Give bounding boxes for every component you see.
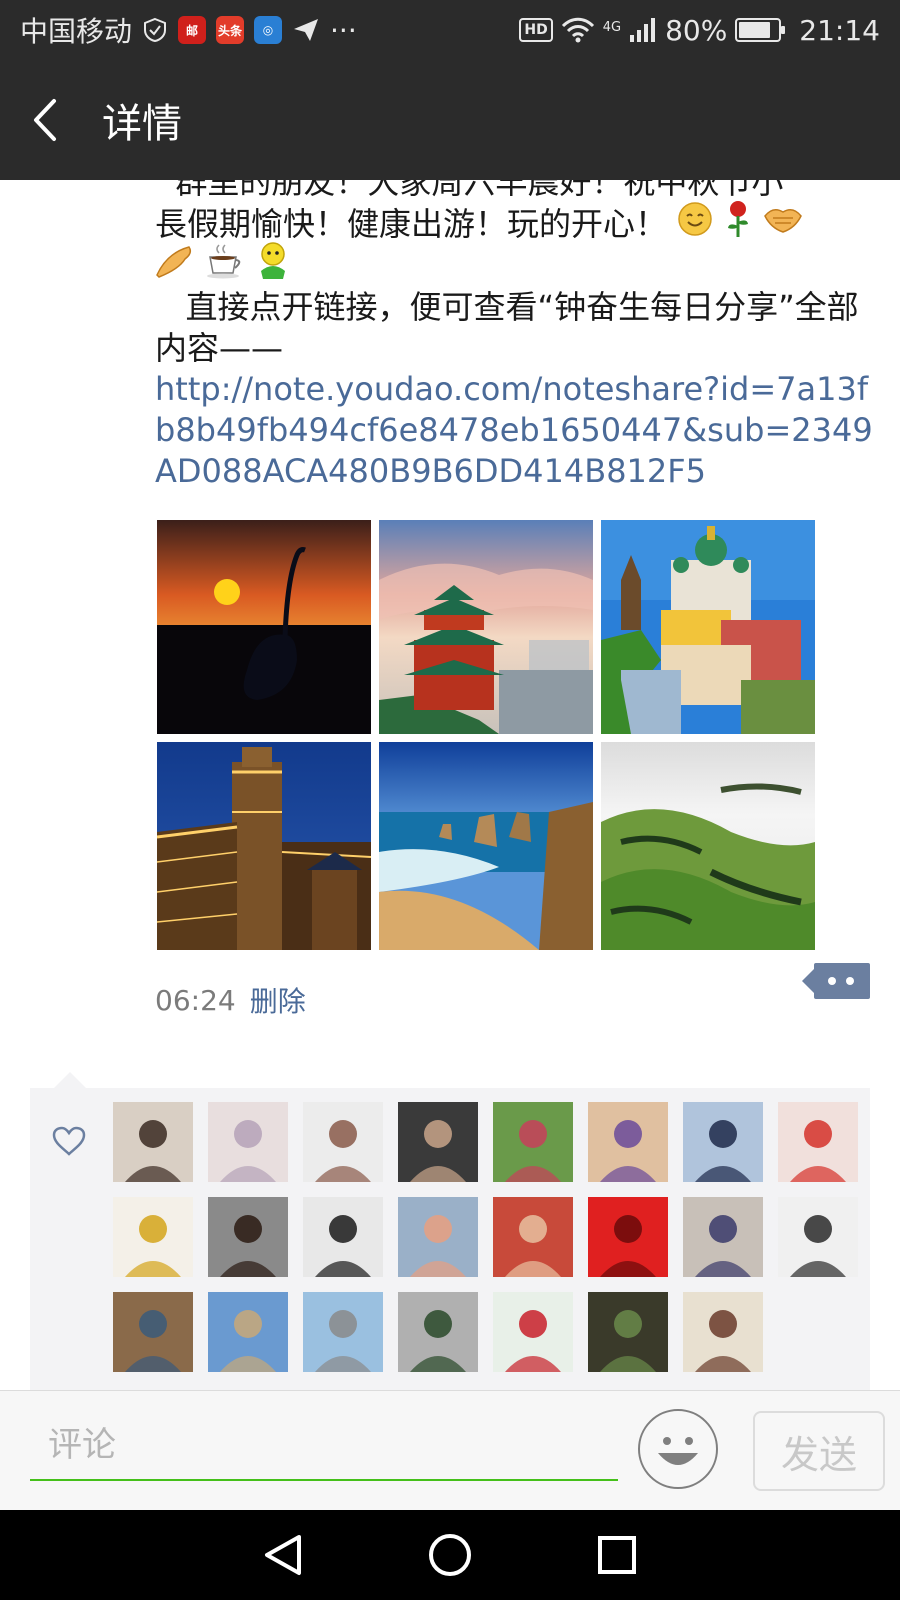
- post-link[interactable]: http://note.youdao.com/noteshare?id=7a13…: [155, 369, 875, 492]
- post-text-line: 長假期愉快！健康出游！玩的开心！: [155, 204, 668, 243]
- liker-avatar[interactable]: [398, 1102, 478, 1182]
- post-text-line: 群里的朋友！大家周六早晨好！祝中秋节小: [155, 180, 784, 201]
- carrier-label: 中国移动: [20, 15, 133, 48]
- circle-home-icon: [428, 1534, 471, 1576]
- status-bar: 中国移动 邮 头条 ◎ ··· HD 4G 80% 21:14: [0, 0, 900, 60]
- news-app-icon: 头条: [216, 16, 245, 44]
- system-nav-bar: [0, 1510, 900, 1600]
- liker-avatar[interactable]: [588, 1292, 668, 1372]
- photo-thumbnail[interactable]: [601, 520, 815, 734]
- shield-icon: [142, 15, 168, 45]
- page-title: 详情: [102, 101, 182, 147]
- more-notifications-icon: ···: [330, 13, 357, 47]
- photo-grid: [157, 520, 817, 950]
- browser-app-icon: ◎: [254, 16, 283, 44]
- square-recents-icon: [597, 1536, 636, 1574]
- comment-bar: 发送: [0, 1390, 900, 1510]
- photo-thumbnail[interactable]: [379, 742, 593, 950]
- photo-thumbnail[interactable]: [601, 742, 815, 950]
- post-text-row: 長假期愉快！健康出游！玩的开心！: [155, 200, 875, 248]
- liker-avatar[interactable]: [398, 1197, 478, 1277]
- liker-avatar[interactable]: [113, 1102, 193, 1182]
- delete-button[interactable]: 删除: [250, 980, 306, 1020]
- liker-avatar[interactable]: [493, 1197, 573, 1277]
- title-bar: 详情: [0, 60, 900, 180]
- liker-avatar[interactable]: [398, 1292, 478, 1372]
- clock: 21:14: [799, 13, 880, 47]
- liker-avatars: [113, 1102, 858, 1372]
- nav-home-button[interactable]: [420, 1525, 480, 1585]
- back-button[interactable]: [0, 60, 90, 180]
- likes-panel: [30, 1072, 870, 1390]
- post-emoji-row: [155, 242, 875, 289]
- emoji-button[interactable]: [638, 1409, 718, 1489]
- coffee-emoji-icon: [205, 243, 245, 289]
- liker-avatar[interactable]: [303, 1292, 383, 1372]
- handshake-emoji-icon: [763, 202, 803, 246]
- post-app-icon: 邮: [178, 16, 207, 44]
- liker-avatar[interactable]: [493, 1102, 573, 1182]
- smiley-icon: [658, 1437, 698, 1465]
- signal-icon: [629, 15, 657, 45]
- triangle-back-icon: [265, 1535, 302, 1575]
- network-label: 4G: [602, 19, 622, 35]
- post-time: 06:24: [155, 983, 236, 1017]
- wifi-icon: [561, 15, 595, 45]
- post-meta: 06:24 删除: [155, 980, 306, 1020]
- smile-emoji-icon: [677, 201, 713, 247]
- comment-like-menu-button[interactable]: [802, 963, 870, 999]
- photo-thumbnail[interactable]: [157, 742, 371, 950]
- dots-icon: [846, 977, 854, 985]
- liker-avatar[interactable]: [588, 1102, 668, 1182]
- chevron-left-icon: [34, 99, 56, 141]
- rose-emoji-icon: [723, 200, 753, 248]
- liker-avatar[interactable]: [208, 1197, 288, 1277]
- send-button[interactable]: 发送: [753, 1411, 885, 1491]
- liker-avatar[interactable]: [113, 1292, 193, 1372]
- liker-avatar[interactable]: [113, 1197, 193, 1277]
- liker-avatar[interactable]: [683, 1102, 763, 1182]
- liker-avatar[interactable]: [303, 1102, 383, 1182]
- liker-avatar[interactable]: [778, 1197, 858, 1277]
- fist-emoji-icon: [155, 243, 195, 289]
- post-text-paragraph: 直接点开链接，便可查看“钟奋生每日分享”全部内容——: [155, 288, 859, 367]
- heart-icon: [52, 1126, 86, 1160]
- liker-avatar[interactable]: [208, 1292, 288, 1372]
- chick-emoji-icon: [255, 241, 291, 291]
- nav-recents-button[interactable]: [587, 1525, 647, 1585]
- liker-avatar[interactable]: [208, 1102, 288, 1182]
- battery-percent: 80%: [665, 13, 728, 47]
- hd-badge: HD: [519, 18, 553, 42]
- comment-input[interactable]: [30, 1411, 618, 1481]
- photo-thumbnail[interactable]: [157, 520, 371, 734]
- liker-avatar[interactable]: [303, 1197, 383, 1277]
- photo-thumbnail[interactable]: [379, 520, 593, 734]
- moment-detail: 群里的朋友！大家周六早晨好！祝中秋节小 長假期愉快！健康出游！玩的开心！ 直接点…: [0, 180, 900, 1390]
- liker-avatar[interactable]: [493, 1292, 573, 1372]
- liker-avatar[interactable]: [683, 1197, 763, 1277]
- nav-back-button[interactable]: [253, 1525, 313, 1585]
- dots-icon: [828, 977, 836, 985]
- send-arrow-icon: [292, 15, 320, 45]
- liker-avatar[interactable]: [683, 1292, 763, 1372]
- battery-icon: [735, 18, 786, 42]
- liker-avatar[interactable]: [588, 1197, 668, 1277]
- liker-avatar[interactable]: [778, 1102, 858, 1182]
- post-text: 群里的朋友！大家周六早晨好！祝中秋节小 長假期愉快！健康出游！玩的开心！ 直接点…: [155, 180, 875, 492]
